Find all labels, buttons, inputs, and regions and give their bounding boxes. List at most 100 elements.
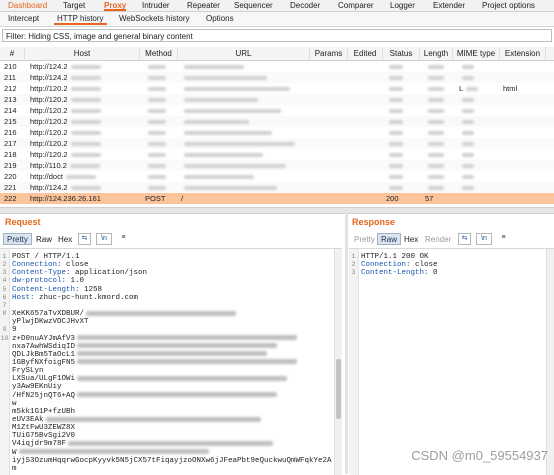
row-number-text: 220 (4, 172, 17, 181)
tab-proxy[interactable]: Proxy (104, 0, 127, 11)
table-row[interactable]: 219 http://110.2 (0, 160, 554, 171)
redacted-mark (462, 76, 474, 81)
table-row[interactable]: 222 http://124.236.26.161 POST / 200 57 (0, 193, 554, 204)
body-line: 9 (12, 326, 17, 334)
redacted-mark (184, 87, 290, 92)
wrap-toggle-icon[interactable]: ⇆ (78, 233, 91, 245)
table-row[interactable]: 210 http://124.2 (0, 61, 554, 72)
table-row[interactable]: 211 http://124.2 (0, 72, 554, 83)
tab-repeater[interactable]: Repeater (187, 0, 220, 11)
subtab-options[interactable]: Options (203, 13, 237, 25)
header-key: dw-protocol: (12, 277, 67, 286)
row-url (181, 116, 306, 127)
response-render-button[interactable]: Render (421, 233, 455, 245)
response-menu-icon[interactable]: ≡ (497, 233, 510, 245)
table-row[interactable]: 218 http://120.2 (0, 149, 554, 160)
row-host: http://124.2 (30, 72, 140, 83)
table-row[interactable]: 214 http://120.2 (0, 105, 554, 116)
menu-icon[interactable]: ≡ (117, 233, 130, 245)
col-number[interactable]: # (0, 47, 25, 60)
col-extension[interactable]: Extension (500, 47, 546, 60)
row-mime (459, 138, 499, 149)
tab-sequencer[interactable]: Sequencer (234, 0, 273, 11)
row-host: http://120.2 (30, 149, 140, 160)
tab-extender[interactable]: Extender (433, 0, 465, 11)
filter-bar[interactable]: Filter: Hiding CSS, image and general bi… (2, 29, 552, 42)
tab-logger[interactable]: Logger (390, 0, 415, 11)
body-line: 1GByfNXfoigFN5 (12, 359, 298, 367)
line-text: M1ZtFwU3ZEWZ8X (12, 424, 76, 433)
request-pretty-button[interactable]: Pretty (3, 233, 32, 245)
pane-divider[interactable] (345, 213, 348, 474)
row-length (425, 72, 450, 83)
col-url[interactable]: URL (178, 47, 310, 60)
row-number: 211 (4, 72, 24, 83)
response-scrollbar[interactable] (546, 249, 554, 475)
response-raw-button[interactable]: Raw (377, 233, 402, 245)
line-number: 8 (2, 310, 7, 318)
response-editor[interactable]: 1 HTTP/1.1 200 OK 2 Connection: close 3 Conte… (349, 248, 554, 475)
request-scrollbar[interactable] (334, 249, 342, 475)
tab-comparer[interactable]: Comparer (338, 0, 374, 11)
redacted-mark (184, 120, 249, 125)
body-line: XeKK657aTvXDBUR/ (12, 310, 237, 318)
redacted-mark (65, 175, 96, 180)
redacted-mark (70, 76, 101, 81)
header-value: zhuc-pc-hunt.kmord.com (34, 293, 139, 302)
redacted-mark (389, 98, 403, 103)
row-length (425, 94, 450, 105)
col-status[interactable]: Status (383, 47, 420, 60)
row-extension (503, 116, 548, 127)
newline-toggle-icon[interactable]: \n (96, 233, 112, 245)
table-row[interactable]: 220 http://doct (0, 171, 554, 182)
tab-decoder[interactable]: Decoder (290, 0, 320, 11)
table-row[interactable]: 215 http://120.2 (0, 116, 554, 127)
col-method[interactable]: Method (140, 47, 178, 60)
redacted-mark (77, 375, 288, 381)
request-hex-button[interactable]: Hex (54, 233, 76, 245)
table-row[interactable]: 217 http://120.2 (0, 138, 554, 149)
request-raw-button[interactable]: Raw (32, 233, 56, 245)
tab-dashboard[interactable]: Dashboard (8, 0, 47, 11)
row-number: 210 (4, 61, 24, 72)
table-row[interactable]: 212 http://120.2 Lhtml (0, 83, 554, 94)
response-pretty-button[interactable]: Pretty (350, 233, 379, 245)
subtab-websockets-history[interactable]: WebSockets history (116, 13, 193, 25)
tab-project-options[interactable]: Project options (482, 0, 535, 11)
table-row[interactable]: 216 http://120.2 (0, 127, 554, 138)
redacted-mark (428, 87, 444, 92)
subtab-intercept[interactable]: Intercept (5, 13, 42, 25)
split-divider[interactable] (0, 207, 554, 214)
table-row[interactable]: 221 http://124.2 (0, 182, 554, 193)
request-scrollbar-thumb[interactable] (336, 359, 341, 419)
row-url (181, 149, 306, 160)
tab-intruder[interactable]: Intruder (142, 0, 170, 11)
body-line: yPlwjDKwzVOCJHvXT (12, 318, 89, 326)
row-length (425, 116, 450, 127)
redacted-mark (148, 120, 166, 125)
header-value: 1258 (79, 285, 103, 294)
redacted-mark (148, 131, 166, 136)
col-params[interactable]: Params (310, 47, 348, 60)
row-url: / (181, 193, 301, 204)
line-number: 3 (2, 269, 7, 277)
row-number-text: 217 (4, 139, 17, 148)
row-method (145, 83, 175, 94)
line-text: z+D0nuAYJmAfV3 (12, 334, 76, 343)
col-host[interactable]: Host (25, 47, 140, 60)
line-text: TUiG75BvSgi2V0 (12, 432, 76, 441)
col-edited[interactable]: Edited (348, 47, 383, 60)
row-method (145, 182, 175, 193)
col-mime-type[interactable]: MIME type (453, 47, 500, 60)
table-row[interactable]: 213 http://120.2 (0, 94, 554, 105)
response-newline-toggle-icon[interactable]: \n (476, 233, 492, 245)
subtab-http-history[interactable]: HTTP history (54, 13, 107, 25)
redacted-mark (389, 186, 403, 191)
tab-target[interactable]: Target (63, 0, 85, 11)
row-method (145, 127, 175, 138)
response-wrap-toggle-icon[interactable]: ⇆ (458, 233, 471, 245)
response-hex-button[interactable]: Hex (400, 233, 422, 245)
row-extension (503, 149, 548, 160)
request-editor[interactable]: 1 POST / HTTP/1.1 2 Connection: close 3 Conte… (0, 248, 342, 475)
col-length[interactable]: Length (420, 47, 453, 60)
